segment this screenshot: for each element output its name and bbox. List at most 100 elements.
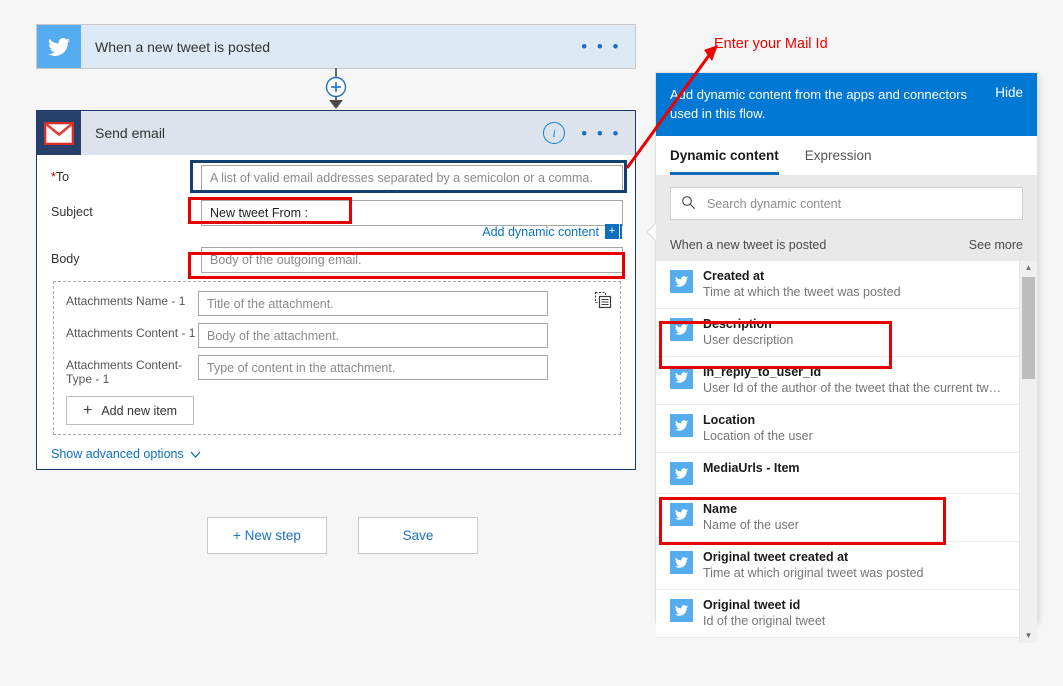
panel-scrollbar[interactable]: ▲ ▼ <box>1019 261 1037 643</box>
twitter-icon <box>670 318 693 341</box>
to-input[interactable]: A list of valid email addresses separate… <box>201 165 623 191</box>
chevron-down-icon <box>190 447 201 461</box>
list-item-text: Original tweet created at Time at which o… <box>693 549 923 581</box>
attachment-row-name: Attachments Name - 1 Title of the attach… <box>66 291 610 316</box>
list-item-description: Time at which the tweet was posted <box>703 285 901 299</box>
field-row-body: Body Body of the outgoing email. <box>51 247 623 273</box>
list-item-name: Name <box>703 502 738 516</box>
flow-action-buttons: + New step Save <box>207 517 478 554</box>
twitter-icon <box>670 599 693 622</box>
plus-icon: + <box>83 401 93 419</box>
list-item-name: Description <box>703 317 772 331</box>
list-item-text: Description User description <box>693 316 793 348</box>
action-card-header[interactable]: Send email i • • • <box>37 111 635 155</box>
list-item[interactable]: in_reply_to_user_id User Id of the author… <box>656 357 1037 405</box>
twitter-icon <box>670 503 693 526</box>
list-item[interactable]: Original tweet created at Time at which o… <box>656 542 1037 590</box>
trigger-card-header[interactable]: When a new tweet is posted • • • <box>37 25 635 68</box>
list-item-description: Name of the user <box>703 518 799 532</box>
list-item-name: Location <box>703 413 756 427</box>
list-item-text: MediaUrls - Item <box>693 460 800 476</box>
gmail-icon <box>37 111 81 155</box>
info-icon[interactable]: i <box>543 122 566 144</box>
list-item-name: in_reply_to_user_id <box>703 365 822 379</box>
scrollbar-thumb[interactable] <box>1022 277 1035 379</box>
list-item[interactable]: MediaUrls - Item <box>656 453 1037 494</box>
list-item-description: User Id of the author of the tweet that … <box>703 381 1003 395</box>
body-input[interactable]: Body of the outgoing email. <box>201 247 623 273</box>
panel-search-area: Search dynamic content <box>656 176 1037 231</box>
list-item-text: in_reply_to_user_id User Id of the author… <box>693 364 1003 396</box>
annotation-text: Enter your Mail Id <box>714 36 828 52</box>
attachment-content-type-input[interactable]: Type of content in the attachment. <box>198 355 548 380</box>
list-item-description: Id of the original tweet <box>703 614 826 628</box>
switch-to-array-icon[interactable] <box>595 292 612 312</box>
action-card-body: *To A list of valid email addresses sepa… <box>37 155 635 461</box>
list-item[interactable]: Description User description <box>656 309 1037 357</box>
trigger-card[interactable]: When a new tweet is posted • • • <box>36 24 636 69</box>
list-item-description: Location of the user <box>703 429 813 443</box>
add-new-item-label: Add new item <box>101 403 178 418</box>
field-row-to: *To A list of valid email addresses sepa… <box>51 165 623 191</box>
list-item-description: Time at which original tweet was posted <box>703 566 924 580</box>
show-advanced-options-link[interactable]: Show advanced options <box>51 435 201 461</box>
field-row-subject: Subject New tweet From : <box>51 200 623 226</box>
list-item-text: Created at Time at which the tweet was po… <box>693 268 901 300</box>
add-new-item-button[interactable]: + Add new item <box>66 396 195 425</box>
search-icon <box>681 195 696 213</box>
scroll-down-arrow-icon[interactable]: ▼ <box>1020 629 1037 643</box>
twitter-icon <box>670 366 693 389</box>
field-label-to: *To <box>51 165 201 184</box>
add-dynamic-content-row[interactable]: Add dynamic content + <box>51 224 622 239</box>
attachment-label-content: Attachments Content - 1 <box>66 326 196 340</box>
twitter-icon <box>670 414 693 437</box>
add-dynamic-content-plus-icon[interactable]: + <box>605 224 619 239</box>
panel-group-header: When a new tweet is posted See more <box>656 231 1037 261</box>
search-input-placeholder: Search dynamic content <box>707 196 842 211</box>
list-item-name: Original tweet created at <box>703 550 849 564</box>
new-step-button[interactable]: + New step <box>207 517 327 554</box>
field-label-body: Body <box>51 252 80 266</box>
add-dynamic-content-caret[interactable] <box>620 224 622 239</box>
list-item-text: Original tweet id Id of the original twee… <box>693 597 825 629</box>
list-item-name: Original tweet id <box>703 598 801 612</box>
panel-collapse-chevron-icon[interactable] <box>646 222 657 242</box>
attachments-group: Attachments Name - 1 Title of the attach… <box>53 281 621 435</box>
list-item[interactable]: Created at Time at which the tweet was po… <box>656 261 1037 309</box>
twitter-icon <box>670 551 693 574</box>
attachment-content-input[interactable]: Body of the attachment. <box>198 323 548 348</box>
twitter-icon <box>37 25 81 68</box>
add-dynamic-content-link[interactable]: Add dynamic content <box>482 225 599 239</box>
dynamic-content-list: Created at Time at which the tweet was po… <box>656 261 1037 643</box>
field-label-subject: Subject <box>51 205 93 219</box>
tab-expression[interactable]: Expression <box>805 148 872 175</box>
attachment-row-content-type: Attachments Content-Type - 1 Type of con… <box>66 355 610 386</box>
list-item-description: User description <box>703 333 794 347</box>
action-title: Send email <box>95 125 166 141</box>
list-item[interactable]: Original tweet id Id of the original twee… <box>656 590 1037 638</box>
flow-connector <box>300 68 372 110</box>
scroll-up-arrow-icon[interactable]: ▲ <box>1020 261 1037 275</box>
see-more-link[interactable]: See more <box>969 238 1023 252</box>
list-item-text: Name Name of the user <box>693 501 799 533</box>
list-item[interactable]: Location Location of the user <box>656 405 1037 453</box>
twitter-icon <box>670 462 693 485</box>
save-button[interactable]: Save <box>358 517 478 554</box>
show-advanced-options-label: Show advanced options <box>51 447 184 461</box>
list-item-text: Location Location of the user <box>693 412 813 444</box>
panel-hide-button[interactable]: Hide <box>985 85 1023 100</box>
action-card-send-email[interactable]: Send email i • • • *To A list of valid e… <box>36 110 636 470</box>
twitter-icon <box>670 270 693 293</box>
list-item[interactable]: Name Name of the user <box>656 494 1037 542</box>
search-input[interactable]: Search dynamic content <box>670 187 1023 220</box>
attachment-label-name: Attachments Name - 1 <box>66 294 186 308</box>
attachment-row-content: Attachments Content - 1 Body of the atta… <box>66 323 610 348</box>
panel-group-name: When a new tweet is posted <box>670 238 827 252</box>
subject-input[interactable]: New tweet From : <box>201 200 623 226</box>
label-text-to: To <box>55 170 70 184</box>
attachment-name-input[interactable]: Title of the attachment. <box>198 291 548 316</box>
list-item-name: Created at <box>703 269 765 283</box>
trigger-title: When a new tweet is posted <box>95 38 271 55</box>
list-item-name: MediaUrls - Item <box>703 461 800 475</box>
attachment-label-content-type: Attachments Content-Type - 1 <box>66 358 183 386</box>
